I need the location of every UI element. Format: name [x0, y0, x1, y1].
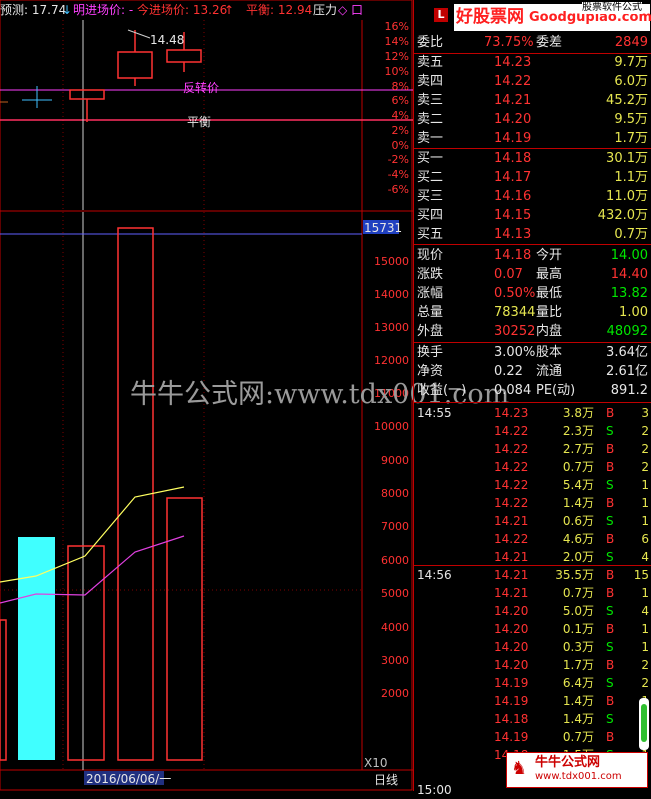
percent-tick: -4% — [387, 168, 409, 181]
today-entry-price: 今进场价: 13.26 — [137, 3, 228, 17]
tick-row: 14.190.7万B1 — [494, 730, 649, 744]
percent-tick: 8% — [391, 80, 409, 93]
ask-row: 卖三 14.21 45.2万 — [417, 93, 648, 108]
balance-price: 平衡: 12.94 — [246, 3, 313, 17]
percent-tick: 14% — [384, 35, 409, 48]
balance-line-label: 平衡 — [187, 115, 212, 129]
tick-row: 14.20 1.7万 B 2 — [494, 658, 649, 672]
arrow-up-icon: ↑ — [224, 3, 235, 17]
quote-row: 总量 78344 量比 1.00 — [417, 305, 648, 320]
tick-row: 14.181.4万S1 — [494, 712, 649, 726]
volume-tick: 13000 — [374, 321, 409, 334]
tick-row: 14.20 5.0万 S 4 — [494, 604, 649, 618]
percent-tick: 2% — [391, 124, 409, 137]
tick-row: 14.22 2.3万 S 2 — [494, 424, 649, 438]
percent-tick: 16% — [384, 20, 409, 33]
bid-row: 买二 14.17 1.1万 — [417, 170, 648, 185]
cursor-date-label: 2016/06/06/一 — [86, 772, 172, 786]
tick-row: 14.20 0.1万 B 1 — [494, 622, 649, 636]
volume-tick: 5000 — [381, 587, 409, 600]
volume-unit: X10 — [364, 756, 388, 770]
tick-row: 14.20 0.3万 S 1 — [494, 640, 649, 654]
percent-tick: 4% — [391, 109, 409, 122]
ask-row: 卖二 14.20 9.5万 — [417, 112, 648, 127]
stats-row: 净资 0.22 流通 2.61亿 — [417, 364, 648, 379]
volume-tick: 3000 — [381, 654, 409, 667]
tomorrow-entry-price: 明进场价: - — [73, 3, 134, 17]
bottom-watermark: 牛牛公式网 www.tdx001.com ♞ — [506, 752, 648, 788]
percent-tick: 12% — [384, 50, 409, 63]
volume-tick: 9000 — [381, 454, 409, 467]
tick-row: 14.22 2.7万 B 2 — [494, 442, 649, 456]
tick-row: 14.21 0.6万 S 1 — [494, 514, 649, 528]
tick-row: 14.21 2.0万 S 4 — [494, 550, 649, 564]
percent-tick: 6% — [391, 94, 409, 107]
quote-row: 涨跌 0.07 最高 14.40 — [417, 267, 648, 282]
volume-tick: 15000 — [374, 255, 409, 268]
tick-row: 14.22 5.4万 S 1 — [494, 478, 649, 492]
header-label: L — [434, 8, 448, 22]
ask-row: 卖一 14.19 1.7万 — [417, 131, 648, 146]
ask-row: 卖四 14.22 6.0万 — [417, 74, 648, 89]
volume-tick: 2000 — [381, 687, 409, 700]
tick-row: 14.191.4万B1 — [494, 694, 649, 708]
quote-row: 外盘 30252 内盘 48092 — [417, 324, 648, 339]
tick-row: 14.21 35.5万 B 15 — [494, 568, 649, 582]
volume-tick: 4000 — [381, 621, 409, 634]
bid-row: 买四 14.15 432.0万 — [417, 208, 648, 223]
volume-current-value: 15731 — [364, 221, 403, 235]
price-marker-label: 14.48 — [150, 33, 185, 47]
reversal-price-label: 反转价 — [183, 81, 220, 95]
brand-name: 好股票网 — [456, 7, 524, 27]
tick-row: 14.23 3.8万 B 3 — [494, 406, 649, 420]
volume-tick: 7000 — [381, 520, 409, 533]
ask-row: 卖五 14.23 9.7万 — [417, 55, 648, 70]
quote-row: 涨幅 0.50% 最低 13.82 — [417, 286, 648, 301]
stats-row: 换手 3.00% 股本 3.64亿 — [417, 345, 648, 360]
scrollbar-thumb[interactable] — [639, 698, 649, 750]
bid-row: 买一 14.18 30.1万 — [417, 151, 648, 166]
volume-tick: 12000 — [374, 354, 409, 367]
bid-row: 买三 14.16 11.0万 — [417, 189, 648, 204]
tick-row: 14.21 0.7万 B 1 — [494, 586, 649, 600]
order-ratio-row: 委比 73.75% 委差 2849 — [417, 35, 648, 50]
cow-logo-icon: ♞ — [511, 758, 528, 779]
percent-tick: -6% — [387, 183, 409, 196]
pressure-label: 压力 — [313, 3, 338, 17]
kline-chart-area[interactable]: 预测: 17.74 明进场价: - 今进场价: 13.26 平衡: 12.94 … — [0, 0, 509, 791]
tick-row: 14.22 4.6万 B 6 — [494, 532, 649, 546]
brand-tagline: 股票软件公式 — [582, 2, 642, 14]
forecast-value: 预测: 17.74 — [0, 3, 67, 17]
volume-tick: 6000 — [381, 554, 409, 567]
arrow-down-icon: ↓ — [62, 3, 73, 17]
tick-row: 14.22 0.7万 B 2 — [494, 460, 649, 474]
tick-row: 14.19 6.4万 S 2 — [494, 676, 649, 690]
percent-tick: 0% — [391, 139, 409, 152]
percent-tick: 10% — [384, 65, 409, 78]
period-tab-daily[interactable]: 日线 — [374, 773, 398, 787]
percent-tick: -2% — [387, 153, 409, 166]
quote-panel: L 好股票网 Goodgupiao.com 股票软件公式 委比 73.75% 委… — [413, 0, 651, 797]
stats-row: 收益(一) 0.084 PE(动) 891.2 — [417, 383, 648, 398]
quote-row: 现价 14.18 今开 14.00 — [417, 248, 648, 263]
volume-tick: 10000 — [374, 420, 409, 433]
diamond-icon: ◇ 口 — [338, 3, 364, 17]
tick-row: 14.22 1.4万 B 1 — [494, 496, 649, 510]
volume-tick: 14000 — [374, 288, 409, 301]
volume-tick: 8000 — [381, 487, 409, 500]
bid-row: 买五 14.13 0.7万 — [417, 227, 648, 242]
